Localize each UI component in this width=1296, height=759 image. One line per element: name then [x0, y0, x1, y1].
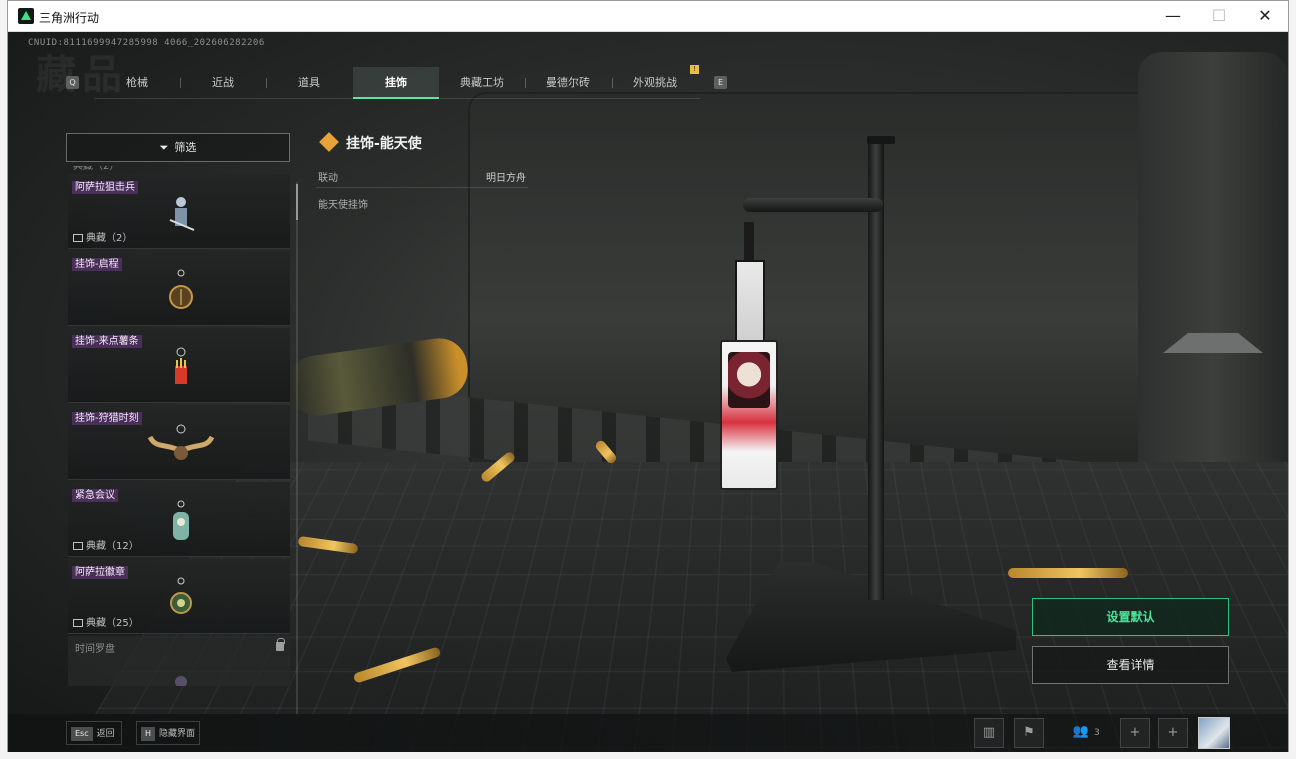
window-title: 三角洲行动 — [39, 9, 99, 26]
clock-charm-thumbnail — [166, 662, 196, 686]
sniper-charm-thumbnail — [166, 190, 196, 238]
maximize-button[interactable]: ☐ — [1196, 1, 1242, 32]
friends-count: 3 — [1094, 728, 1100, 738]
filter-icon: ⏷ — [160, 134, 169, 161]
collection-icon — [73, 619, 83, 627]
chevron-up-icon — [1163, 307, 1213, 333]
tab-mandel-brick[interactable]: 曼德尔砖 — [525, 67, 611, 99]
item-name: 时间罗盘 — [72, 643, 118, 656]
tab-props[interactable]: 道具 — [266, 67, 352, 99]
friends-icon[interactable]: 👥 — [1066, 718, 1096, 748]
flag-icon[interactable]: ⚑ — [1014, 718, 1044, 748]
next-tab-key[interactable]: E — [714, 76, 727, 89]
tab-alert-badge: ! — [690, 65, 699, 74]
list-item[interactable]: 挂饰-狩猎时刻 — [68, 405, 290, 480]
collection-count: 典藏（25） — [73, 614, 139, 629]
meeting-charm-thumbnail — [166, 498, 196, 546]
tab-charms[interactable]: 挂饰 — [353, 67, 439, 99]
stand-arm — [743, 198, 883, 212]
stand-cap — [867, 136, 895, 144]
filter-label: 筛选 — [174, 141, 196, 154]
collection-icon — [73, 234, 83, 242]
item-name: 阿萨拉狙击兵 — [72, 181, 138, 194]
fries-charm-thumbnail — [166, 344, 196, 392]
collab-value: 明日方舟 — [486, 169, 526, 184]
back-hint[interactable]: Esc 返回 — [66, 721, 122, 745]
add-squad-button-1[interactable]: + — [1120, 718, 1150, 748]
list-item[interactable]: 挂饰-启程 — [68, 251, 290, 326]
list-item-locked[interactable]: 时间罗盘 — [68, 636, 290, 686]
badge-charm-thumbnail — [166, 575, 196, 623]
stats-icon[interactable]: ▥ — [974, 718, 1004, 748]
list-item[interactable]: 挂饰-来点薯条 — [68, 328, 290, 403]
lock-icon — [276, 642, 284, 651]
list-item[interactable]: 紧急会议 典藏（12） — [68, 482, 290, 557]
item-name: 紧急会议 — [72, 489, 118, 502]
bullet-prop — [1008, 568, 1128, 578]
collection-icon — [73, 542, 83, 550]
bottom-bar: Esc 返回 H 隐藏界面 ▥ ⚑ 👥 3 + + — [8, 714, 1288, 752]
close-button[interactable]: ✕ — [1242, 1, 1288, 32]
view-details-button[interactable]: 查看详情 — [1032, 646, 1229, 684]
hide-ui-label: 隐藏界面 — [159, 729, 195, 739]
collection-count: 典藏（12） — [73, 537, 139, 552]
prev-tab-key[interactable]: Q — [66, 76, 79, 89]
item-description: 能天使挂饰 — [318, 196, 368, 211]
tab-melee[interactable]: 近战 — [180, 67, 266, 99]
avatar[interactable] — [1198, 717, 1230, 749]
filter-button[interactable]: ⏷ 筛选 — [66, 133, 290, 162]
collection-count: 典藏（2） — [73, 229, 132, 244]
list-item[interactable]: 阿萨拉狙击兵 典藏（2） — [68, 174, 290, 249]
item-name: 阿萨拉徽章 — [72, 566, 128, 579]
charm-character-art — [728, 352, 770, 408]
title-bar: 三角洲行动 — ☐ ✕ — [8, 1, 1288, 32]
add-squad-button-2[interactable]: + — [1158, 718, 1188, 748]
list-scrollbar[interactable] — [296, 182, 298, 717]
esc-key: Esc — [71, 727, 93, 741]
charm-lanyard — [735, 260, 765, 344]
item-detail-title: 挂饰-能天使 — [322, 133, 422, 153]
minimize-button[interactable]: — — [1150, 1, 1196, 32]
tab-appearance-challenge[interactable]: 外观挑战 — [612, 67, 698, 99]
rarity-diamond-icon — [319, 132, 339, 152]
charm-list: 阿萨拉狙击兵 典藏（2） 挂饰-启程 挂饰-来点薯条 挂饰-狩猎时刻 紧急会议 … — [68, 174, 290, 686]
app-logo-icon — [18, 8, 34, 24]
list-item[interactable]: 阿萨拉徽章 典藏（25） — [68, 559, 290, 634]
category-tabs: 枪械 近战 道具 挂饰 典藏工坊 曼德尔砖 外观挑战 — [94, 67, 700, 99]
set-default-button[interactable]: 设置默认 — [1032, 598, 1229, 636]
list-item-partial: 典藏（2） — [68, 166, 290, 174]
tab-collection-workshop[interactable]: 典藏工坊 — [439, 67, 525, 99]
cnuid-label: CNUID:8111699947285998 4066_202606282206 — [28, 38, 265, 48]
list-scroll-thumb[interactable] — [296, 184, 298, 220]
hide-ui-hint[interactable]: H 隐藏界面 — [136, 721, 200, 745]
item-name: 挂饰-启程 — [72, 258, 122, 271]
antler-charm-thumbnail — [146, 421, 216, 469]
game-viewport: 藏品 CNUID:8111699947285998 4066_202606282… — [8, 32, 1288, 752]
back-label: 返回 — [97, 729, 115, 739]
collab-row: 联动 明日方舟 — [316, 164, 528, 188]
item-name: 挂饰-狩猎时刻 — [72, 412, 142, 425]
collab-label: 联动 — [318, 169, 338, 184]
h-key: H — [141, 727, 155, 741]
tab-firearms[interactable]: 枪械 — [94, 67, 180, 99]
compass-charm-thumbnail — [166, 267, 196, 315]
item-name: 挂饰-来点薯条 — [72, 335, 142, 348]
game-window: 三角洲行动 — ☐ ✕ 藏品 CNUID:8111699947285998 40… — [7, 0, 1289, 752]
